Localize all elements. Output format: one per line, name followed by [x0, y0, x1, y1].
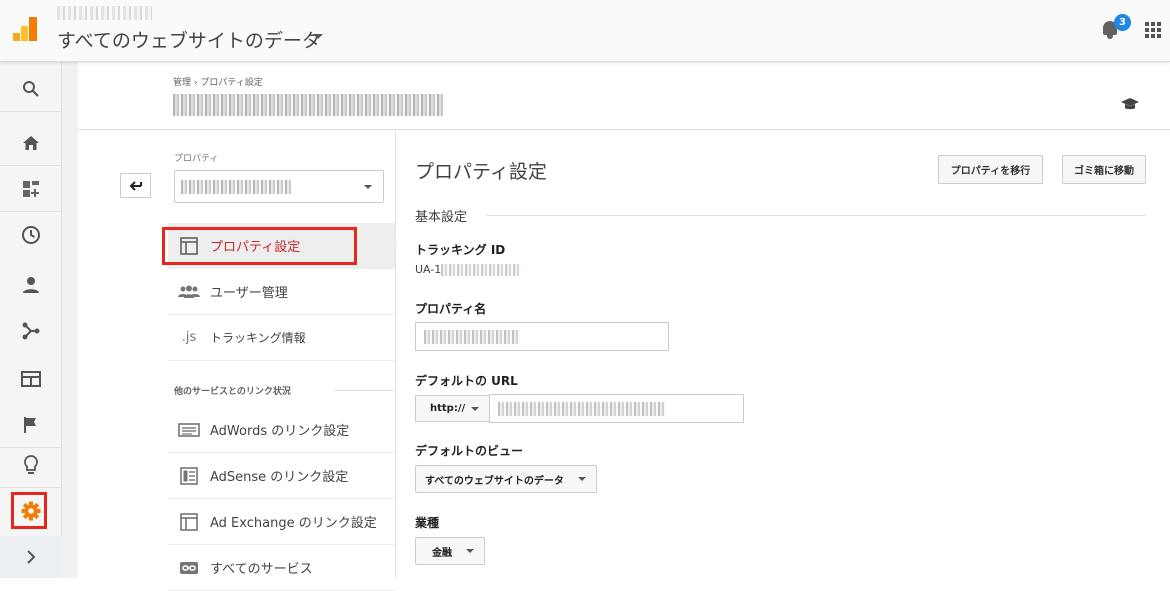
- default-url-label: デフォルトの URL: [415, 374, 518, 388]
- nav-item-label: Ad Exchange のリンク設定: [210, 516, 377, 531]
- section-divider: [334, 390, 394, 391]
- industry-value: 金融: [432, 547, 452, 559]
- breadcrumb-separator: ›: [193, 78, 198, 88]
- tracking-id-value: UA-1: [415, 263, 442, 276]
- gutter: [62, 62, 78, 578]
- default-view-label: デフォルトのビュー: [415, 444, 524, 458]
- nav-item-user-management[interactable]: ユーザー管理: [168, 269, 395, 315]
- main-content: プロパティ設定 プロパティを移行 ゴミ箱に移動 基本設定 トラッキング ID U…: [397, 131, 1170, 578]
- behavior-icon[interactable]: [0, 356, 62, 402]
- caret-down-icon: [466, 549, 474, 553]
- analytics-logo-icon[interactable]: [13, 17, 37, 41]
- apps-grid-icon[interactable]: [1145, 22, 1161, 38]
- industry-select[interactable]: 金融: [415, 537, 485, 565]
- search-icon[interactable]: [0, 66, 62, 112]
- account-name-redacted: [57, 6, 152, 20]
- property-name-input[interactable]: [415, 322, 669, 351]
- breadcrumb-admin-link[interactable]: 管理: [173, 78, 191, 88]
- expand-rail-chevron-icon[interactable]: [0, 536, 62, 578]
- back-arrow-button[interactable]: [120, 173, 151, 198]
- nav-item-label: トラッキング情報: [210, 331, 306, 345]
- tracking-id-redacted: [441, 264, 521, 276]
- page-title: プロパティ設定: [415, 161, 547, 183]
- acquisition-icon[interactable]: [0, 308, 62, 354]
- customization-icon[interactable]: [0, 166, 62, 212]
- home-icon[interactable]: [0, 120, 62, 166]
- default-view-select[interactable]: すべてのウェブサイトのデータ: [415, 465, 597, 493]
- basic-settings-heading: 基本設定: [415, 210, 468, 225]
- link-icon: [178, 561, 200, 575]
- tracking-id-label: トラッキング ID: [415, 243, 506, 257]
- property-label: プロパティ: [174, 154, 219, 164]
- linking-section-title: 他のサービスとのリンク状況: [174, 387, 291, 397]
- section-divider: [486, 215, 1146, 216]
- nav-item-ad-exchange[interactable]: Ad Exchange のリンク設定: [168, 499, 395, 545]
- adsense-icon: [178, 466, 200, 485]
- ad-exchange-icon: [178, 512, 200, 531]
- breadcrumb-bar: 管理 › プロパティ設定: [78, 62, 1170, 130]
- move-property-button[interactable]: プロパティを移行: [938, 155, 1043, 184]
- property-select[interactable]: [174, 170, 384, 203]
- property-name-redacted: [424, 330, 520, 344]
- admin-nav: プロパティ プロパティ設定 ユーザー管理 .js トラッキング情報 他のサービス…: [78, 131, 401, 591]
- default-url-input[interactable]: [489, 394, 744, 423]
- left-rail: [0, 62, 62, 578]
- caret-down-icon: [471, 407, 479, 411]
- active-highlight-box: [162, 227, 357, 265]
- caret-down-icon: [578, 477, 586, 481]
- breadcrumb: 管理 › プロパティ設定: [173, 75, 263, 88]
- nav-item-adsense[interactable]: AdSense のリンク設定: [168, 453, 395, 499]
- nav-item-label: AdWords のリンク設定: [210, 424, 350, 439]
- admin-highlight-box: [11, 492, 47, 529]
- url-protocol-select[interactable]: http://: [415, 395, 490, 422]
- nav-item-label: ユーザー管理: [210, 286, 288, 301]
- js-icon: .js: [181, 330, 197, 345]
- default-view-value: すべてのウェブサイトのデータ: [425, 475, 564, 487]
- nav-item-label: AdSense のリンク設定: [210, 470, 349, 485]
- property-select-redacted: [181, 180, 291, 194]
- property-name-redacted: [173, 94, 443, 116]
- property-name-label: プロパティ名: [415, 302, 487, 316]
- caret-down-icon: [364, 185, 372, 189]
- notification-badge: 3: [1114, 14, 1131, 31]
- person-icon[interactable]: [0, 262, 62, 308]
- top-header: すべてのウェブサイトのデータ 3: [0, 0, 1170, 62]
- caret-down-icon[interactable]: [313, 34, 323, 39]
- industry-label: 業種: [415, 516, 440, 530]
- nav-item-label: すべてのサービス: [210, 562, 313, 577]
- breadcrumb-current: プロパティ設定: [200, 78, 263, 88]
- nav-item-all-products[interactable]: すべてのサービス: [168, 545, 395, 591]
- graduation-cap-icon[interactable]: [1120, 96, 1140, 115]
- nav-item-adwords[interactable]: AdWords のリンク設定: [168, 407, 395, 453]
- adwords-icon: [178, 422, 200, 437]
- users-icon: [178, 285, 200, 299]
- url-protocol-value: http://: [430, 403, 466, 414]
- default-url-redacted: [498, 402, 666, 416]
- clock-icon[interactable]: [0, 212, 62, 258]
- lightbulb-icon[interactable]: [0, 442, 62, 488]
- nav-item-tracking-info[interactable]: .js トラッキング情報: [168, 315, 395, 361]
- view-selector[interactable]: すべてのウェブサイトのデータ: [57, 26, 321, 53]
- move-to-trash-button[interactable]: ゴミ箱に移動: [1062, 155, 1146, 184]
